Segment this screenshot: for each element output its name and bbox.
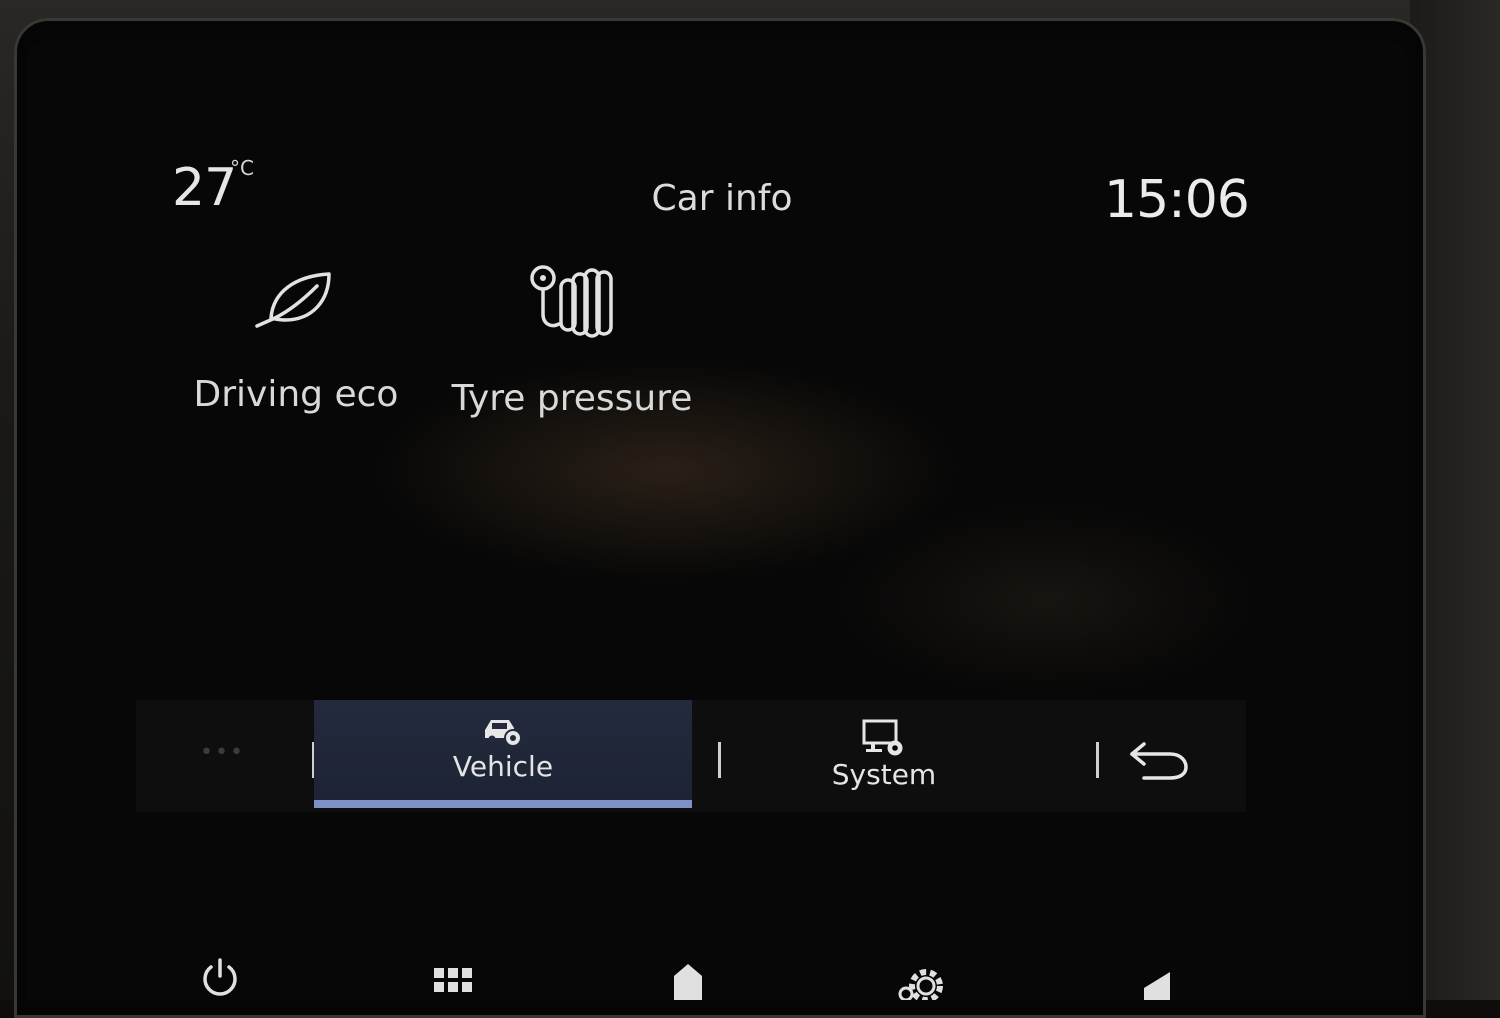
tab-separator	[1096, 742, 1099, 778]
tyre-pressure-tile[interactable]: Tyre pressure	[440, 262, 704, 419]
home-icon[interactable]	[668, 962, 708, 1000]
tab-system-label: System	[831, 758, 937, 791]
settings-gear-icon[interactable]	[896, 962, 950, 1000]
more-options-button[interactable]: •••	[200, 740, 245, 765]
back-arrow-icon[interactable]	[1124, 736, 1194, 786]
car-settings-icon	[485, 720, 522, 747]
hardware-button-bar	[0, 920, 1500, 1000]
tyre-pressure-label: Tyre pressure	[451, 378, 693, 419]
infotainment-screen: 27 °C Car info 15:06 Driving eco Tyre pr…	[26, 40, 1408, 1000]
temperature-unit: °C	[230, 156, 254, 180]
driving-eco-tile[interactable]: Driving eco	[186, 266, 406, 415]
apps-grid-icon[interactable]	[432, 966, 476, 1000]
power-icon[interactable]	[198, 956, 242, 1000]
outside-temperature: 27	[172, 158, 237, 218]
tyre-pressure-icon	[530, 265, 613, 338]
bottom-tab-bar: ••• Vehicle System	[136, 700, 1246, 812]
driving-eco-label: Driving eco	[193, 374, 399, 415]
tab-system[interactable]: System	[696, 700, 1072, 808]
leaf-icon	[255, 272, 331, 328]
tab-vehicle[interactable]: Vehicle	[314, 700, 692, 808]
tab-vehicle-label: Vehicle	[452, 750, 554, 783]
clock: 15:06	[1104, 170, 1250, 230]
page-title: Car info	[651, 178, 793, 219]
screen-settings-icon	[862, 719, 903, 756]
volume-icon[interactable]	[1140, 970, 1176, 1000]
